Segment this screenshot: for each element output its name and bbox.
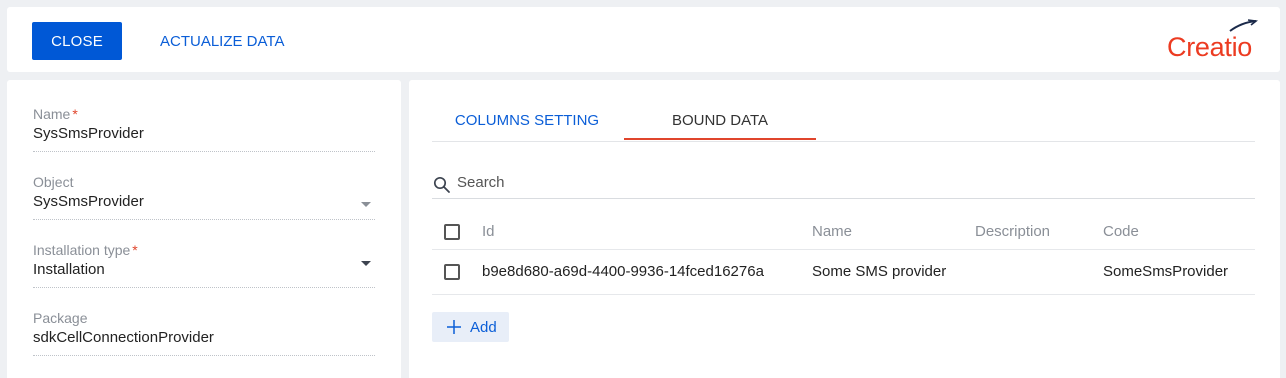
column-header-description[interactable]: Description: [975, 223, 1050, 240]
record-form-panel: Name * SysSmsProvider Object SysSmsProvid…: [7, 80, 401, 378]
cell-code: SomeSmsProvider: [1103, 263, 1229, 280]
column-header-id[interactable]: Id: [482, 223, 495, 240]
add-label: Add: [470, 318, 497, 336]
field-underline: [33, 219, 375, 220]
search-bar: [432, 170, 1255, 199]
cell-id: b9e8d680-a69d-4400-9936-14fced16276a: [482, 263, 764, 280]
cell-name: Some SMS provider: [812, 263, 947, 280]
search-icon: [433, 176, 450, 193]
tab-bar: COLUMNS SETTING BOUND DATA: [432, 100, 1255, 142]
field-underline: [33, 355, 375, 356]
active-tab-indicator: [624, 138, 816, 140]
search-input[interactable]: [457, 170, 1237, 194]
column-header-name[interactable]: Name: [812, 223, 852, 240]
close-button[interactable]: CLOSE: [32, 22, 122, 60]
field-underline: [33, 287, 375, 288]
logo-text: Creatio: [1167, 32, 1252, 62]
column-header-code[interactable]: Code: [1103, 223, 1139, 240]
package-label: Package: [33, 310, 88, 326]
field-underline: [33, 151, 375, 152]
tab-bound-data[interactable]: BOUND DATA: [624, 100, 816, 140]
installation-type-value[interactable]: Installation: [33, 261, 375, 278]
creatio-logo: Creatio: [1167, 19, 1258, 62]
actualize-data-button[interactable]: ACTUALIZE DATA: [157, 22, 287, 60]
name-value[interactable]: SysSmsProvider: [33, 125, 375, 142]
table-row[interactable]: b9e8d680-a69d-4400-9936-14fced16276a Som…: [432, 250, 1255, 295]
bound-data-grid: Id Name Description Code b9e8d680-a69d-4…: [432, 216, 1255, 295]
add-button[interactable]: Add: [432, 312, 509, 342]
object-value[interactable]: SysSmsProvider: [33, 193, 375, 210]
select-all-checkbox[interactable]: [444, 224, 460, 240]
object-label: Object: [33, 174, 74, 190]
package-field[interactable]: Package sdkCellConnectionProvider: [33, 310, 375, 356]
detail-panel: COLUMNS SETTING BOUND DATA Id Name Descr…: [409, 80, 1280, 378]
grid-header-row: Id Name Description Code: [432, 216, 1255, 250]
installation-type-field[interactable]: Installation type * Installation: [33, 242, 375, 288]
chevron-down-icon[interactable]: [361, 261, 371, 266]
name-label: Name *: [33, 106, 78, 122]
tab-columns-setting[interactable]: COLUMNS SETTING: [432, 100, 622, 140]
top-toolbar: CLOSE ACTUALIZE DATA Creatio: [7, 7, 1280, 72]
row-checkbox[interactable]: [444, 264, 460, 280]
object-field[interactable]: Object SysSmsProvider: [33, 174, 375, 220]
package-value[interactable]: sdkCellConnectionProvider: [33, 329, 375, 346]
installation-type-label: Installation type *: [33, 242, 138, 258]
chevron-down-icon[interactable]: [361, 202, 371, 207]
plus-icon: [447, 320, 461, 334]
logo-swoosh-icon: [1229, 19, 1258, 32]
name-field[interactable]: Name * SysSmsProvider: [33, 106, 375, 152]
